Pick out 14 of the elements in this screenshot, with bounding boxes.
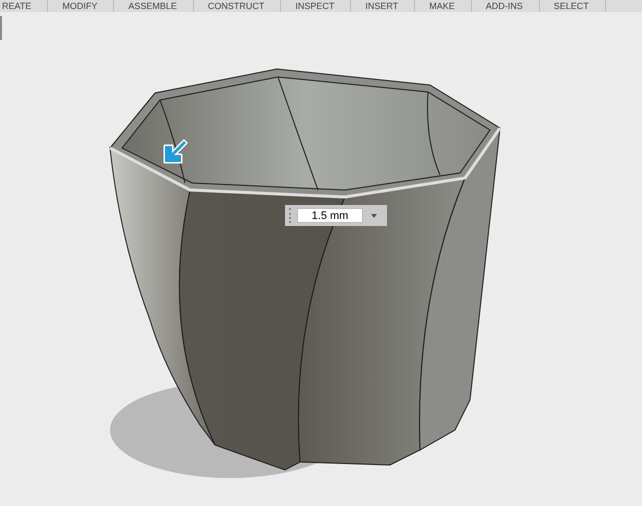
drag-grip-icon — [289, 208, 293, 223]
toolbar-tab[interactable]: ASSEMBLE — [114, 0, 194, 12]
toolbar-tab[interactable]: CONSTRUCT — [194, 0, 282, 12]
pointer-arrow-icon — [164, 140, 188, 164]
toolbar-tab[interactable]: ADD-INS — [472, 0, 540, 12]
dropdown-caret-icon[interactable] — [371, 214, 377, 218]
toolbar-tab[interactable]: MODIFY — [48, 0, 114, 12]
toolbar-tab[interactable]: INSERT — [351, 0, 416, 12]
toolbar-tab[interactable]: SELECT — [540, 0, 606, 12]
toolbar-tab[interactable]: MAKE — [415, 0, 472, 12]
toolbar-tab[interactable]: REATE — [0, 0, 48, 12]
panel-edge — [0, 16, 2, 40]
toolbar-tab[interactable]: INSPECT — [281, 0, 352, 12]
dimension-input-field[interactable]: 1.5 mm — [297, 208, 363, 223]
